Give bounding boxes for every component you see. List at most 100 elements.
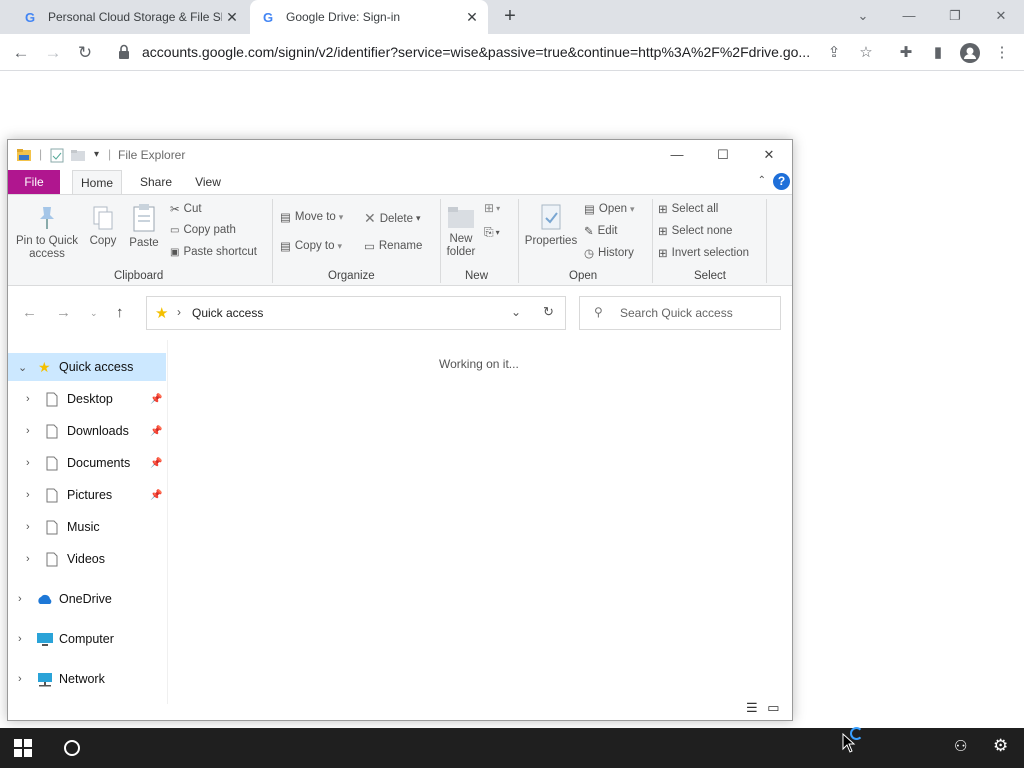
menu-kebab-icon[interactable]: ⋮ [990, 41, 1014, 65]
copy-to-button[interactable]: ▤ Copy to ▾ [280, 239, 342, 253]
nav-label: Downloads [67, 424, 129, 438]
large-icons-view-icon[interactable]: ▭ [767, 700, 779, 715]
rename-label: Rename [378, 240, 423, 252]
share-icon[interactable]: ⇪ [822, 41, 846, 65]
lock-icon[interactable] [118, 44, 130, 60]
side-panel-icon[interactable]: ▮ [926, 41, 950, 65]
tab-close-icon[interactable]: ✕ [462, 9, 482, 26]
tab-search-icon[interactable]: ⌄ [848, 4, 878, 28]
group-label-open: Open [569, 270, 598, 282]
pin-icon: 📌 [150, 425, 163, 437]
group-label-new: New [465, 270, 489, 282]
chevron-right-icon[interactable]: › [26, 393, 30, 405]
properties-qat-icon[interactable] [50, 147, 64, 163]
tab-view[interactable]: View [194, 170, 222, 194]
google-g-icon: G [262, 9, 274, 25]
nav-item-downloads[interactable]: › Downloads 📌 [8, 417, 166, 445]
settings-gear-icon[interactable]: ⚙ [993, 736, 1008, 756]
new-item-button[interactable]: ⊞ ▾ [484, 201, 500, 215]
copy-path-label: Copy path [183, 224, 236, 236]
browser-tabstrip: G Personal Cloud Storage & File Sh ✕ G G… [0, 0, 1024, 34]
minimize-button[interactable]: — [894, 4, 924, 28]
address-bar[interactable]: accounts.google.com/signin/v2/identifier… [142, 44, 812, 60]
back-arrow-icon[interactable]: ← [22, 304, 37, 321]
ribbon-tabs: File Home Share View ⌃ ? [8, 170, 792, 194]
new-folder-qat-icon[interactable] [70, 147, 86, 163]
chevron-right-icon[interactable]: › [18, 673, 22, 685]
nav-item-documents[interactable]: › Documents 📌 [8, 449, 166, 477]
nav-item-videos[interactable]: › Videos [8, 545, 166, 573]
group-label-organize: Organize [328, 270, 375, 282]
search-field[interactable]: ⚲ Search Quick access [579, 296, 781, 330]
people-icon[interactable]: ⚇ [954, 737, 967, 755]
paste-shortcut-button[interactable]: ▣ Paste shortcut [170, 246, 257, 258]
tab-home[interactable]: Home [72, 170, 122, 194]
profile-avatar[interactable] [958, 41, 982, 65]
details-view-icon[interactable]: ☰ [746, 700, 758, 715]
new-tab-button[interactable]: + [498, 5, 522, 29]
windows-start-icon[interactable] [14, 739, 32, 757]
history-button[interactable]: ◷ History [584, 246, 634, 260]
nav-item-pictures[interactable]: › Pictures 📌 [8, 481, 166, 509]
rename-button[interactable]: ▭ Rename [364, 239, 422, 253]
copy-path-button[interactable]: ▭ Copy path [170, 224, 236, 236]
up-arrow-icon[interactable]: ↑ [116, 304, 124, 321]
invert-selection-label: Invert selection [671, 247, 749, 259]
delete-button[interactable]: ✕ Delete ▾ [364, 210, 421, 227]
nav-item-computer[interactable]: › Computer [8, 625, 166, 653]
forward-button[interactable]: → [40, 40, 66, 66]
history-icon: ◷ [584, 248, 595, 260]
extensions-icon[interactable]: ✚ [894, 41, 918, 65]
nav-item-network[interactable]: › Network [8, 665, 166, 693]
chevron-right-icon[interactable]: › [26, 521, 30, 533]
copy-label: Copy [89, 235, 117, 247]
refresh-icon[interactable]: ↻ [543, 304, 554, 320]
pin-to-quick-access-button[interactable]: Pin to Quick access [14, 205, 80, 261]
close-button[interactable]: ✕ [746, 140, 792, 170]
chevron-right-icon[interactable]: › [18, 593, 22, 605]
reload-button[interactable]: ↻ [72, 40, 98, 66]
move-to-button[interactable]: ▤ Move to ▾ [280, 210, 343, 224]
properties-button[interactable]: Properties [522, 203, 580, 248]
bookmark-star-icon[interactable]: ☆ [854, 41, 878, 65]
cut-button[interactable]: ✂ Cut [170, 202, 202, 216]
invert-selection-button[interactable]: ⊞ Invert selection [658, 246, 749, 260]
chevron-right-icon[interactable]: › [26, 489, 30, 501]
cortana-search-icon[interactable] [64, 740, 80, 756]
chevron-right-icon[interactable]: › [26, 553, 30, 565]
nav-item-music[interactable]: › Music [8, 513, 166, 541]
tab-close-icon[interactable]: ✕ [222, 9, 242, 26]
open-button[interactable]: ▤ Open ▾ [584, 202, 635, 216]
nav-item-desktop[interactable]: › Desktop 📌 [8, 385, 166, 413]
recent-locations-icon[interactable]: ⌄ [90, 308, 98, 319]
edit-button[interactable]: ✎ Edit [584, 224, 617, 238]
qat-dropdown-icon[interactable]: ▾ [94, 149, 99, 165]
easy-access-button[interactable]: ⎘ ▾ [484, 225, 500, 240]
close-window-button[interactable]: ✕ [986, 4, 1016, 28]
chevron-right-icon[interactable]: › [26, 425, 30, 437]
forward-arrow-icon[interactable]: → [56, 304, 71, 321]
chevron-down-icon[interactable]: ⌄ [18, 361, 27, 374]
nav-item-quick-access[interactable]: ⌄ ★ Quick access [8, 353, 166, 381]
tab-share[interactable]: Share [136, 170, 176, 194]
minimize-button[interactable]: — [654, 140, 700, 170]
select-all-button[interactable]: ⊞ Select all [658, 202, 718, 216]
browser-tab-cloud-storage[interactable]: G Personal Cloud Storage & File Sh ✕ [12, 0, 248, 34]
chevron-right-icon[interactable]: › [18, 633, 22, 645]
select-none-button[interactable]: ⊞ Select none [658, 224, 732, 238]
restore-button[interactable]: ❐ [940, 4, 970, 28]
paste-button[interactable]: Paste [126, 203, 162, 250]
new-folder-button[interactable]: New folder [444, 205, 478, 259]
address-dropdown-icon[interactable]: ⌄ [511, 305, 521, 319]
collapse-ribbon-icon[interactable]: ⌃ [758, 175, 766, 186]
copy-button[interactable]: Copy [86, 205, 120, 248]
tab-file[interactable]: File [8, 170, 60, 194]
back-button[interactable]: ← [8, 40, 34, 66]
address-field[interactable]: ★ › Quick access ⌄ ↻ [146, 296, 566, 330]
nav-item-onedrive[interactable]: › OneDrive [8, 585, 166, 613]
group-label-clipboard: Clipboard [114, 270, 164, 282]
help-icon[interactable]: ? [773, 173, 790, 190]
browser-tab-google-drive[interactable]: G Google Drive: Sign-in ✕ [250, 0, 488, 34]
maximize-button[interactable]: ☐ [700, 140, 746, 170]
chevron-right-icon[interactable]: › [26, 457, 30, 469]
